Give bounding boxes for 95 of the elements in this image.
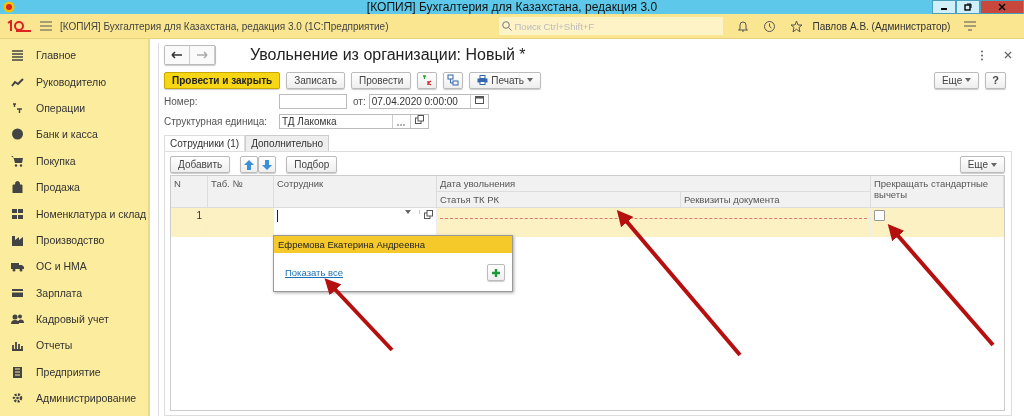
sidebar-item[interactable]: Отчеты — [0, 332, 148, 359]
window-title: [КОПИЯ] Бухгалтерия для Казахстана, редакция 3.0 — [366, 0, 658, 14]
up-arrow-icon — [244, 159, 255, 170]
sidebar-item[interactable]: Руководителю — [0, 68, 148, 95]
history-icon[interactable] — [762, 19, 776, 33]
section-icon — [11, 154, 24, 167]
caret-icon — [965, 78, 972, 82]
tab[interactable]: Сотрудники (1) — [164, 135, 246, 151]
column-header: Прекращать стандартные вычеты — [871, 176, 1004, 208]
section-icon — [11, 392, 24, 405]
move-up-button[interactable] — [240, 156, 259, 173]
more-options-icon[interactable] — [980, 49, 984, 61]
logo-icon — [3, 1, 15, 13]
field-label: Номер: — [164, 95, 199, 107]
printer-icon — [477, 75, 489, 85]
debit-credit-icon — [421, 74, 434, 86]
close-icon — [998, 3, 1006, 11]
sidebar-item[interactable]: Банк и касса — [0, 121, 148, 148]
section-icon — [11, 260, 24, 273]
section-icon — [11, 207, 24, 220]
column-header: N — [171, 176, 208, 208]
table-cell — [208, 208, 274, 237]
section-icon — [11, 75, 24, 88]
dropdown-caret-icon[interactable] — [405, 210, 420, 214]
field-label: Структурная единица: — [164, 115, 269, 127]
show-all-link[interactable]: Показать все — [285, 267, 343, 278]
create-button[interactable] — [487, 264, 505, 281]
hierarchy-icon — [447, 74, 460, 86]
checkbox[interactable] — [874, 210, 885, 221]
debit-credit-button[interactable] — [417, 71, 438, 89]
column-header: Статья ТК РК — [437, 192, 681, 208]
section-icon — [11, 286, 24, 299]
sidebar-item[interactable]: Покупка — [0, 147, 148, 174]
section-icon — [11, 49, 24, 62]
sidebar-item[interactable]: Производство — [0, 226, 148, 254]
section-icon — [11, 101, 24, 114]
close-icon[interactable] — [1004, 51, 1012, 59]
print-button[interactable]: Печать — [469, 71, 541, 89]
more-button[interactable]: Еще — [933, 71, 980, 89]
bell-icon[interactable] — [736, 20, 749, 32]
toolbar-button[interactable]: Провести — [351, 71, 412, 89]
post-and-close-button[interactable]: Провести и закрыть — [164, 71, 281, 89]
section-icon — [11, 313, 24, 326]
plus-icon — [491, 267, 501, 278]
employee-input[interactable] — [274, 208, 437, 237]
column-header: Сотрудник — [274, 176, 437, 208]
restore-icon — [964, 3, 972, 11]
date-field[interactable]: 07.04.2020 0:00:00 — [368, 93, 489, 109]
logo-icon — [6, 20, 32, 32]
unit-field[interactable]: ТД Лакомка — [279, 113, 429, 129]
structure-button[interactable] — [443, 71, 464, 89]
number-field[interactable] — [279, 93, 347, 109]
down-arrow-icon — [262, 159, 273, 170]
column-header: Реквизиты документа — [681, 192, 871, 208]
sidebar-item[interactable]: Кадровый учет — [0, 305, 148, 333]
toolbar-button[interactable]: Записать — [286, 71, 345, 89]
add-button[interactable]: Добавить — [170, 156, 231, 173]
sidebar-item[interactable]: Администрирование — [0, 385, 148, 412]
forward-arrow-icon — [196, 51, 208, 59]
back-button[interactable] — [165, 46, 190, 64]
open-icon[interactable] — [424, 210, 433, 219]
star-icon[interactable] — [789, 19, 803, 33]
help-button[interactable]: ? — [985, 71, 1006, 89]
minimize-button[interactable] — [932, 0, 956, 14]
sidebar-item[interactable]: ОС и НМА — [0, 253, 148, 280]
sidebar-item[interactable]: Зарплата — [0, 279, 148, 306]
search-field[interactable]: Поиск Ctrl+Shift+F — [498, 17, 723, 35]
section-icon — [11, 128, 24, 141]
table-cell: 1 — [171, 208, 208, 237]
column-header: Дата увольнения — [437, 176, 871, 192]
caret-icon — [991, 162, 997, 167]
user-name[interactable]: Павлов А.В. (Администратор) — [812, 20, 951, 32]
sidebar-item[interactable]: Главное — [0, 42, 148, 69]
form-title: Увольнение из организации: Новый * — [250, 46, 526, 64]
pick-button[interactable]: Подбор — [286, 156, 338, 173]
sidebar-item[interactable]: Предприятие — [0, 358, 148, 386]
app-title: [КОПИЯ] Бухгалтерия для Казахстана, редакция 3.0 (1С:Предприятие) — [60, 20, 389, 32]
sidebar-item[interactable]: Номенклатура и склад — [0, 200, 148, 227]
field-label: от: — [353, 95, 366, 107]
back-arrow-icon — [171, 51, 183, 59]
dropdown-item[interactable]: Ефремова Екатерина Андреевна — [274, 236, 512, 253]
sidebar-item[interactable]: Операции — [0, 94, 148, 122]
caret-icon — [527, 78, 533, 82]
close-button[interactable] — [980, 0, 1024, 14]
section-icon — [11, 365, 24, 378]
search-icon — [501, 21, 512, 31]
section-icon — [11, 233, 24, 246]
move-down-button[interactable] — [258, 156, 277, 173]
column-header: Таб. № — [208, 176, 274, 208]
restore-button[interactable] — [956, 0, 980, 14]
more-button[interactable]: Еще — [959, 156, 1005, 173]
section-icon — [11, 339, 24, 352]
sidebar-item[interactable]: Продажа — [0, 173, 148, 201]
section-icon — [11, 181, 24, 194]
tab[interactable]: Дополнительно — [245, 135, 330, 151]
